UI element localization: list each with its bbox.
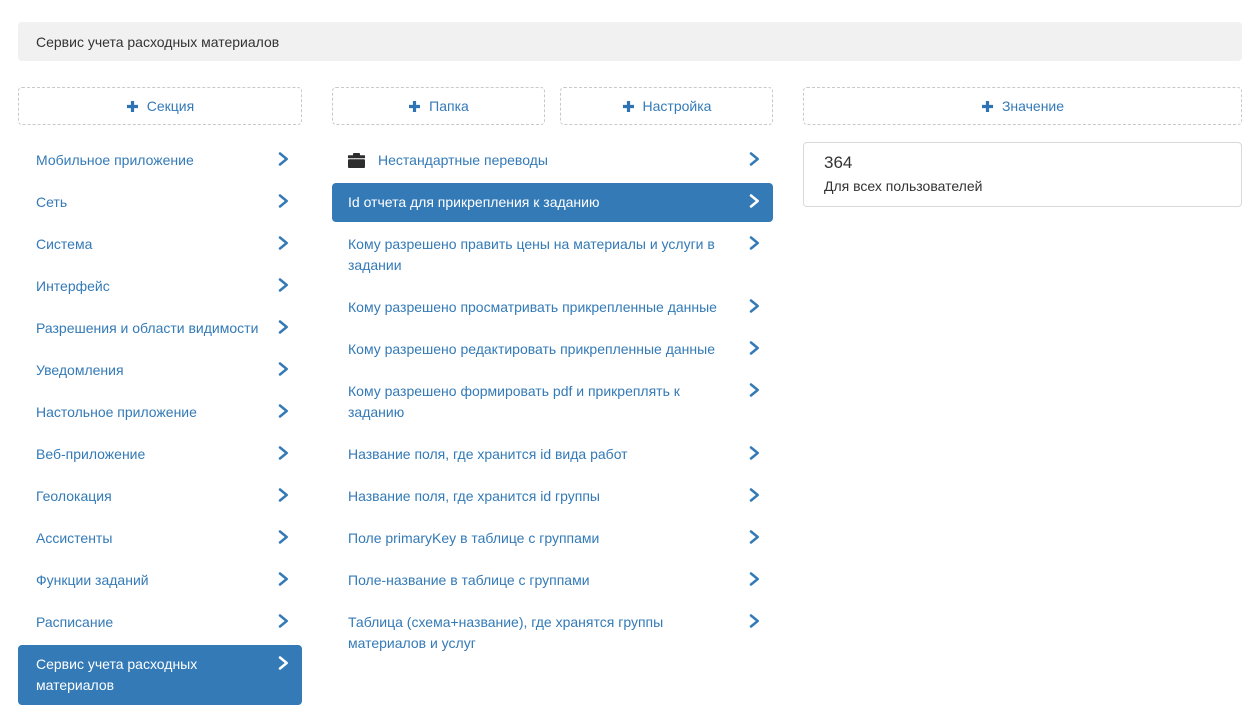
settings-item-8[interactable]: Поле primaryKey в таблице с группами [332,519,773,558]
sidebar-item-12[interactable]: Сервис учета расходных материалов [18,645,302,705]
page-header: Сервис учета расходных материалов [18,22,1242,61]
add-folder-label: Папка [429,98,469,114]
sections-column: Секция Мобильное приложение Сеть [18,87,302,708]
list-item-label: Кому разрешено формировать pdf и прикреп… [348,381,739,423]
chevron-right-icon [278,320,289,334]
settings-list: Нестандартные переводы Id отчета для при… [332,141,773,663]
list-item-label: Сеть [36,192,268,213]
columns-container: Секция Мобильное приложение Сеть [18,87,1242,708]
settings-item-3[interactable]: Кому разрешено просматривать прикрепленн… [332,288,773,327]
chevron-right-icon [749,488,760,502]
plus-icon [408,100,421,113]
sidebar-item-6[interactable]: Настольное приложение [18,393,302,432]
plus-icon [622,100,635,113]
list-item-label: Таблица (схема+название), где хранятся г… [348,612,739,654]
list-item-label: Поле-название в таблице с группами [348,570,739,591]
chevron-right-icon [749,152,760,166]
chevron-right-icon [749,341,760,355]
list-item-label: Сервис учета расходных материалов [36,654,268,696]
sidebar-item-1[interactable]: Сеть [18,183,302,222]
settings-item-10[interactable]: Таблица (схема+название), где хранятся г… [332,603,773,663]
list-item-label: Кому разрешено просматривать прикрепленн… [348,297,739,318]
list-item-label: Разрешения и области видимости [36,318,268,339]
chevron-right-icon [749,194,760,208]
list-item-label: Поле primaryKey в таблице с группами [348,528,739,549]
value-card[interactable]: 364 Для всех пользователей [803,142,1242,207]
chevron-right-icon [278,194,289,208]
chevron-right-icon [749,614,760,628]
settings-item-4[interactable]: Кому разрешено редактировать прикрепленн… [332,330,773,369]
chevron-right-icon [749,299,760,313]
chevron-right-icon [749,236,760,250]
list-item-label: Ассистенты [36,528,268,549]
chevron-right-icon [278,656,289,670]
list-item-label: Геолокация [36,486,268,507]
chevron-right-icon [278,152,289,166]
list-item-label: Функции заданий [36,570,268,591]
folder-icon [348,153,365,168]
settings-item-1[interactable]: Id отчета для прикрепления к заданию [332,183,773,222]
add-setting-label: Настройка [643,98,712,114]
settings-item-5[interactable]: Кому разрешено формировать pdf и прикреп… [332,372,773,432]
sidebar-item-8[interactable]: Геолокация [18,477,302,516]
list-item-label: Id отчета для прикрепления к заданию [348,192,739,213]
sidebar-item-0[interactable]: Мобильное приложение [18,141,302,180]
settings-item-7[interactable]: Название поля, где хранится id группы [332,477,773,516]
list-item-label: Название поля, где хранится id группы [348,486,739,507]
sidebar-item-11[interactable]: Расписание [18,603,302,642]
chevron-right-icon [749,530,760,544]
list-item-label: Название поля, где хранится id вида рабо… [348,444,739,465]
chevron-right-icon [278,530,289,544]
add-value-label: Значение [1002,98,1064,114]
list-item-label: Нестандартные переводы [378,150,739,171]
sidebar-item-9[interactable]: Ассистенты [18,519,302,558]
chevron-right-icon [278,404,289,418]
chevron-right-icon [278,614,289,628]
add-setting-button[interactable]: Настройка [560,87,773,125]
sidebar-item-4[interactable]: Разрешения и области видимости [18,309,302,348]
values-column: Значение 364 Для всех пользователей [803,87,1242,207]
chevron-right-icon [278,488,289,502]
chevron-right-icon [749,572,760,586]
list-item-label: Мобильное приложение [36,150,268,171]
chevron-right-icon [749,446,760,460]
settings-item-9[interactable]: Поле-название в таблице с группами [332,561,773,600]
sidebar-item-3[interactable]: Интерфейс [18,267,302,306]
chevron-right-icon [278,572,289,586]
list-item-label: Система [36,234,268,255]
add-folder-button[interactable]: Папка [332,87,545,125]
list-item-label: Расписание [36,612,268,633]
list-item-label: Веб-приложение [36,444,268,465]
settings-item-6[interactable]: Название поля, где хранится id вида рабо… [332,435,773,474]
sidebar-item-2[interactable]: Система [18,225,302,264]
sidebar-item-5[interactable]: Уведомления [18,351,302,390]
value-number: 364 [824,153,1221,173]
page-title: Сервис учета расходных материалов [36,34,279,50]
settings-item-0[interactable]: Нестандартные переводы [332,141,773,180]
settings-page: Сервис учета расходных материалов Секция… [0,0,1260,708]
list-item-label: Кому разрешено править цены на материалы… [348,234,739,276]
sidebar-item-10[interactable]: Функции заданий [18,561,302,600]
plus-icon [981,100,994,113]
value-scope: Для всех пользователей [824,178,1221,194]
chevron-right-icon [749,383,760,397]
sections-list: Мобильное приложение Сеть Система [18,141,302,705]
settings-toolbar: Папка Настройка [332,87,773,125]
list-item-label: Интерфейс [36,276,268,297]
add-section-label: Секция [147,98,194,114]
list-item-label: Кому разрешено редактировать прикрепленн… [348,339,739,360]
list-item-label: Уведомления [36,360,268,381]
chevron-right-icon [278,278,289,292]
chevron-right-icon [278,446,289,460]
add-value-button[interactable]: Значение [803,87,1242,125]
list-item-label: Настольное приложение [36,402,268,423]
add-section-button[interactable]: Секция [18,87,302,125]
chevron-right-icon [278,362,289,376]
chevron-right-icon [278,236,289,250]
plus-icon [126,100,139,113]
settings-item-2[interactable]: Кому разрешено править цены на материалы… [332,225,773,285]
settings-column: Папка Настройка Нестандартные переводы [332,87,773,666]
sidebar-item-7[interactable]: Веб-приложение [18,435,302,474]
